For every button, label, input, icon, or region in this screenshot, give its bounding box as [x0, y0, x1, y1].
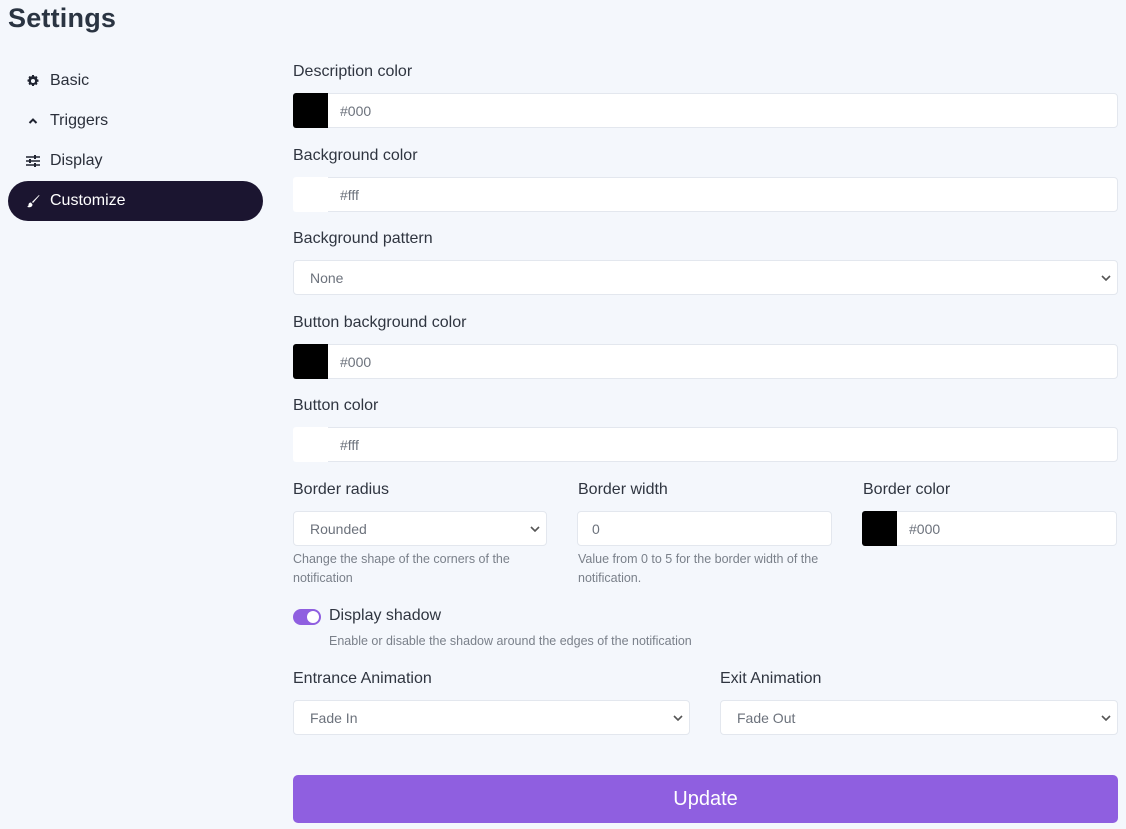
- entrance-animation-select[interactable]: Fade In: [293, 700, 690, 735]
- exit-animation-select[interactable]: Fade Out: [720, 700, 1118, 735]
- description-color-label: Description color: [293, 63, 413, 80]
- select-value: Fade In: [310, 709, 358, 726]
- color-swatch[interactable]: [293, 427, 328, 462]
- paintbrush-icon: [25, 193, 41, 209]
- border-radius-select[interactable]: Rounded: [293, 511, 547, 546]
- button-color-label: Button color: [293, 397, 379, 414]
- sidebar-item-customize[interactable]: Customize: [8, 181, 263, 221]
- select-value: Fade Out: [737, 709, 796, 726]
- border-width-label: Border width: [578, 481, 668, 498]
- sidebar-item-basic[interactable]: Basic: [8, 61, 263, 101]
- color-value: #000: [340, 102, 372, 119]
- color-swatch[interactable]: [293, 177, 328, 212]
- sidebar-item-display[interactable]: Display: [8, 141, 263, 181]
- background-pattern-select[interactable]: None: [293, 260, 1118, 295]
- display-shadow-label: Display shadow: [329, 607, 442, 624]
- border-width-help: Value from 0 to 5 for the border width o…: [578, 552, 819, 585]
- color-swatch[interactable]: [293, 344, 328, 379]
- settings-sidebar: Basic Triggers Display Customize: [8, 61, 263, 221]
- color-value: #000: [909, 520, 941, 537]
- description-color-input[interactable]: #000: [293, 93, 1118, 128]
- color-value: #000: [340, 353, 372, 370]
- background-pattern-label: Background pattern: [293, 230, 433, 247]
- sliders-icon: [25, 153, 41, 169]
- border-color-input[interactable]: #000: [862, 511, 1117, 546]
- border-width-input[interactable]: 0: [577, 511, 832, 546]
- input-value: 0: [592, 520, 600, 537]
- color-swatch[interactable]: [293, 93, 328, 128]
- select-value: None: [310, 269, 344, 286]
- display-shadow-toggle[interactable]: [293, 609, 321, 625]
- color-swatch[interactable]: [862, 511, 897, 546]
- chevron-down-icon: [530, 523, 542, 535]
- sidebar-item-label: Customize: [50, 192, 126, 209]
- button-background-color-label: Button background color: [293, 314, 467, 331]
- sidebar-item-triggers[interactable]: Triggers: [8, 101, 263, 141]
- update-button[interactable]: Update: [293, 775, 1118, 823]
- border-radius-label: Border radius: [293, 481, 390, 498]
- sidebar-item-label: Display: [50, 152, 103, 169]
- select-value: Rounded: [310, 520, 367, 537]
- button-color-input[interactable]: #fff: [293, 427, 1118, 462]
- color-value: #fff: [340, 436, 359, 453]
- chevron-down-icon: [1101, 712, 1113, 724]
- color-value: #fff: [340, 186, 359, 203]
- border-color-label: Border color: [863, 481, 951, 498]
- border-radius-help: Change the shape of the corners of the n…: [293, 552, 510, 585]
- button-background-color-input[interactable]: #000: [293, 344, 1118, 379]
- background-color-input[interactable]: #fff: [293, 177, 1118, 212]
- sidebar-item-label: Basic: [50, 72, 90, 89]
- page-title: Settings: [8, 3, 117, 33]
- chevron-down-icon: [1101, 272, 1113, 284]
- sidebar-item-label: Triggers: [50, 112, 109, 129]
- display-shadow-help: Enable or disable the shadow around the …: [329, 634, 692, 648]
- entrance-animation-label: Entrance Animation: [293, 670, 432, 687]
- toggle-knob: [307, 611, 319, 623]
- background-color-label: Background color: [293, 147, 418, 164]
- chevron-down-icon: [673, 712, 685, 724]
- gear-icon: [25, 73, 41, 89]
- chevron-up-icon: [25, 113, 41, 129]
- exit-animation-label: Exit Animation: [720, 670, 822, 687]
